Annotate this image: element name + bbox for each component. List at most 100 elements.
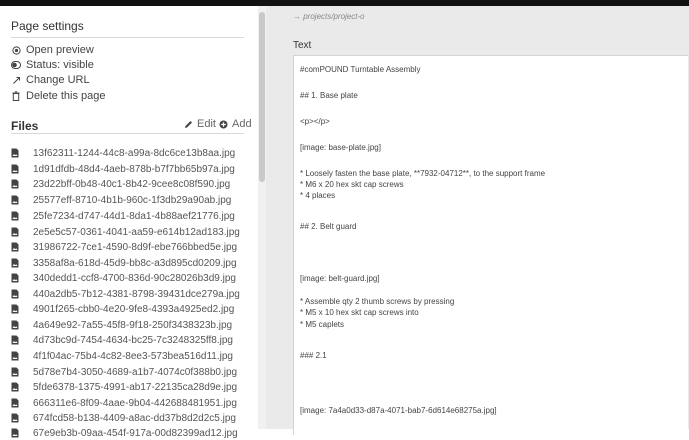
file-name: 3358af8a-618d-45d9-bb8c-a3d895cd0209.jpg bbox=[33, 257, 237, 269]
open-preview-item[interactable]: Open preview bbox=[11, 43, 94, 57]
file-item[interactable]: 666311e6-8f09-4aae-9b04-442688481951.jpg bbox=[11, 396, 237, 410]
edit-label: Edit bbox=[197, 118, 216, 130]
editor-line: #comPOUND Turntable Assembly bbox=[300, 65, 421, 74]
file-item[interactable]: 340dedd1-ccf8-4700-836d-90c28026b3d9.jpg bbox=[11, 271, 236, 285]
status-item[interactable]: Status: visible bbox=[11, 58, 94, 72]
image-file-icon bbox=[11, 148, 19, 158]
file-name: 674fcd58-b138-4409-a8ac-dd37b8d2d2c5.jpg bbox=[33, 412, 236, 424]
editor-line: [image: 7a4a0d33-d87a-4071-bab7-6d614e68… bbox=[300, 406, 497, 415]
eye-icon bbox=[11, 45, 21, 55]
image-file-icon bbox=[11, 304, 19, 314]
file-item[interactable]: 4d73bc9d-7454-4634-bc25-7c3248325ff8.jpg bbox=[11, 333, 233, 347]
image-file-icon bbox=[11, 195, 19, 205]
file-name: 23d22bff-0b48-40c1-8b42-9cee8c08f590.jpg bbox=[33, 178, 231, 190]
add-file-button[interactable]: Add bbox=[219, 118, 252, 130]
file-item[interactable]: 13f62311-1244-44c8-a99a-8dc6ce13b8aa.jpg bbox=[11, 146, 235, 160]
file-name: 5fde6378-1375-4991-ab17-22135ca28d9e.jpg bbox=[33, 381, 238, 393]
image-file-icon bbox=[11, 367, 19, 377]
file-item[interactable]: 23d22bff-0b48-40c1-8b42-9cee8c08f590.jpg bbox=[11, 177, 230, 191]
file-item[interactable]: 31986722-7ce1-4590-8d9f-ebe766bbed5e.jpg bbox=[11, 240, 237, 254]
divider bbox=[11, 133, 244, 134]
editor-line: * Loosely fasten the base plate, **7932-… bbox=[300, 169, 546, 178]
file-item[interactable]: 5fde6378-1375-4991-ab17-22135ca28d9e.jpg bbox=[11, 380, 237, 394]
file-item[interactable]: 2e5e5c57-0361-4041-aa59-e614b12ad183.jpg bbox=[11, 225, 240, 239]
file-name: 4d73bc9d-7454-4634-bc25-7c3248325ff8.jpg bbox=[33, 334, 233, 346]
image-file-icon bbox=[11, 179, 19, 189]
breadcrumb[interactable]: → projects/project-o bbox=[293, 12, 365, 21]
change-url-item[interactable]: Change URL bbox=[11, 73, 90, 87]
delete-page-label: Delete this page bbox=[26, 90, 106, 102]
sidebar-scrollbar[interactable] bbox=[258, 6, 266, 429]
divider bbox=[11, 37, 244, 38]
file-name: 1d91dfdb-48d4-4aeb-878b-b7f7bb65b97a.jpg bbox=[33, 163, 235, 175]
file-item[interactable]: 440a2db5-7b12-4381-8798-39431dce279a.jpg bbox=[11, 287, 240, 301]
image-file-icon bbox=[11, 413, 19, 423]
main-panel: → projects/project-o Text #comPOUND Turn… bbox=[266, 6, 689, 435]
sidebar: Page settings Open preview Status: visib… bbox=[0, 6, 258, 439]
file-item[interactable]: 4f1f04ac-75b4-4c82-8ee3-573bea516d11.jpg bbox=[11, 349, 233, 363]
file-name: 340dedd1-ccf8-4700-836d-90c28026b3d9.jpg bbox=[33, 272, 236, 284]
file-name: 13f62311-1244-44c8-a99a-8dc6ce13b8aa.jpg bbox=[33, 147, 236, 159]
editor-line: * M5 x 10 hex skt cap screws into bbox=[300, 308, 419, 317]
image-file-icon bbox=[11, 289, 19, 299]
file-item[interactable]: 3358af8a-618d-45d9-bb8c-a3d895cd0209.jpg bbox=[11, 256, 237, 270]
file-name: 440a2db5-7b12-4381-8798-39431dce279a.jpg bbox=[33, 288, 240, 300]
image-file-icon bbox=[11, 211, 19, 221]
file-name: 4f1f04ac-75b4-4c82-8ee3-573bea516d11.jpg bbox=[33, 350, 233, 362]
editor-line: * M5 caplets bbox=[300, 320, 345, 329]
file-name: 4a649e92-7a55-45f8-9f18-250f3438323b.jpg bbox=[33, 319, 233, 331]
file-item[interactable]: 25577eff-8710-4b1b-960c-1f3db29a90ab.jpg bbox=[11, 193, 231, 207]
scrollbar-thumb[interactable] bbox=[259, 12, 265, 182]
editor-line: ### 2.1 bbox=[300, 351, 327, 360]
editor-line: * 4 places bbox=[300, 191, 336, 200]
add-label: Add bbox=[232, 118, 252, 130]
files-title: Files bbox=[11, 119, 39, 133]
text-field-label: Text bbox=[293, 40, 312, 51]
file-name: 31986722-7ce1-4590-8d9f-ebe766bbed5e.jpg bbox=[33, 241, 238, 253]
file-name: 25577eff-8710-4b1b-960c-1f3db29a90ab.jpg bbox=[33, 194, 232, 206]
editor-line: [image: belt-guard.jpg] bbox=[300, 274, 380, 283]
editor-line: <p></p> bbox=[300, 117, 330, 126]
link-icon bbox=[11, 75, 21, 85]
file-name: 67e9eb3b-09aa-454f-917a-00d82399ad12.jpg bbox=[33, 427, 238, 439]
text-editor[interactable]: #comPOUND Turntable Assembly ## 1. Base p… bbox=[293, 55, 688, 435]
file-item[interactable]: 4a649e92-7a55-45f8-9f18-250f3438323b.jpg bbox=[11, 318, 232, 332]
toggle-icon bbox=[11, 60, 21, 70]
image-file-icon bbox=[11, 320, 19, 330]
image-file-icon bbox=[11, 398, 19, 408]
file-item[interactable]: 674fcd58-b138-4409-a8ac-dd37b8d2d2c5.jpg bbox=[11, 411, 236, 425]
image-file-icon bbox=[11, 382, 19, 392]
file-item[interactable]: 1d91dfdb-48d4-4aeb-878b-b7f7bb65b97a.jpg bbox=[11, 162, 235, 176]
file-name: 25fe7234-d747-44d1-8da1-4b88aef21776.jpg bbox=[33, 210, 235, 222]
editor-line: * M6 x 20 hex skt cap screws bbox=[300, 180, 404, 189]
file-item[interactable]: 5d78e7b4-3050-4689-a1b7-4074c0f388b0.jpg bbox=[11, 365, 237, 379]
image-file-icon bbox=[11, 428, 19, 438]
pencil-icon bbox=[184, 120, 193, 129]
image-file-icon bbox=[11, 273, 19, 283]
image-file-icon bbox=[11, 335, 19, 345]
open-preview-label: Open preview bbox=[26, 44, 94, 56]
edit-files-button[interactable]: Edit bbox=[184, 118, 216, 130]
file-item[interactable]: 25fe7234-d747-44d1-8da1-4b88aef21776.jpg bbox=[11, 209, 235, 223]
add-circle-icon bbox=[219, 120, 228, 129]
file-name: 666311e6-8f09-4aae-9b04-442688481951.jpg bbox=[33, 397, 237, 409]
editor-line: * Assemble qty 2 thumb screws by pressin… bbox=[300, 297, 455, 306]
image-file-icon bbox=[11, 351, 19, 361]
file-item[interactable]: 4901f265-cbb0-4e20-9fe8-4393a4925ed2.jpg bbox=[11, 302, 234, 316]
editor-line: [image: base-plate.jpg] bbox=[300, 143, 381, 152]
page-settings-title: Page settings bbox=[11, 19, 84, 33]
image-file-icon bbox=[11, 242, 19, 252]
image-file-icon bbox=[11, 164, 19, 174]
editor-line: ## 2. Belt guard bbox=[300, 222, 357, 231]
image-file-icon bbox=[11, 227, 19, 237]
file-item[interactable]: 67e9eb3b-09aa-454f-917a-00d82399ad12.jpg bbox=[11, 426, 238, 440]
file-name: 5d78e7b4-3050-4689-a1b7-4074c0f388b0.jpg bbox=[33, 366, 238, 378]
delete-page-item[interactable]: Delete this page bbox=[11, 89, 106, 103]
status-label: Status: visible bbox=[26, 59, 94, 71]
file-name: 4901f265-cbb0-4e20-9fe8-4393a4925ed2.jpg bbox=[33, 303, 235, 315]
editor-line: ## 1. Base plate bbox=[300, 91, 358, 100]
change-url-label: Change URL bbox=[26, 74, 90, 86]
image-file-icon bbox=[11, 258, 19, 268]
file-name: 2e5e5c57-0361-4041-aa59-e614b12ad183.jpg bbox=[33, 226, 240, 238]
trash-icon bbox=[11, 91, 21, 101]
